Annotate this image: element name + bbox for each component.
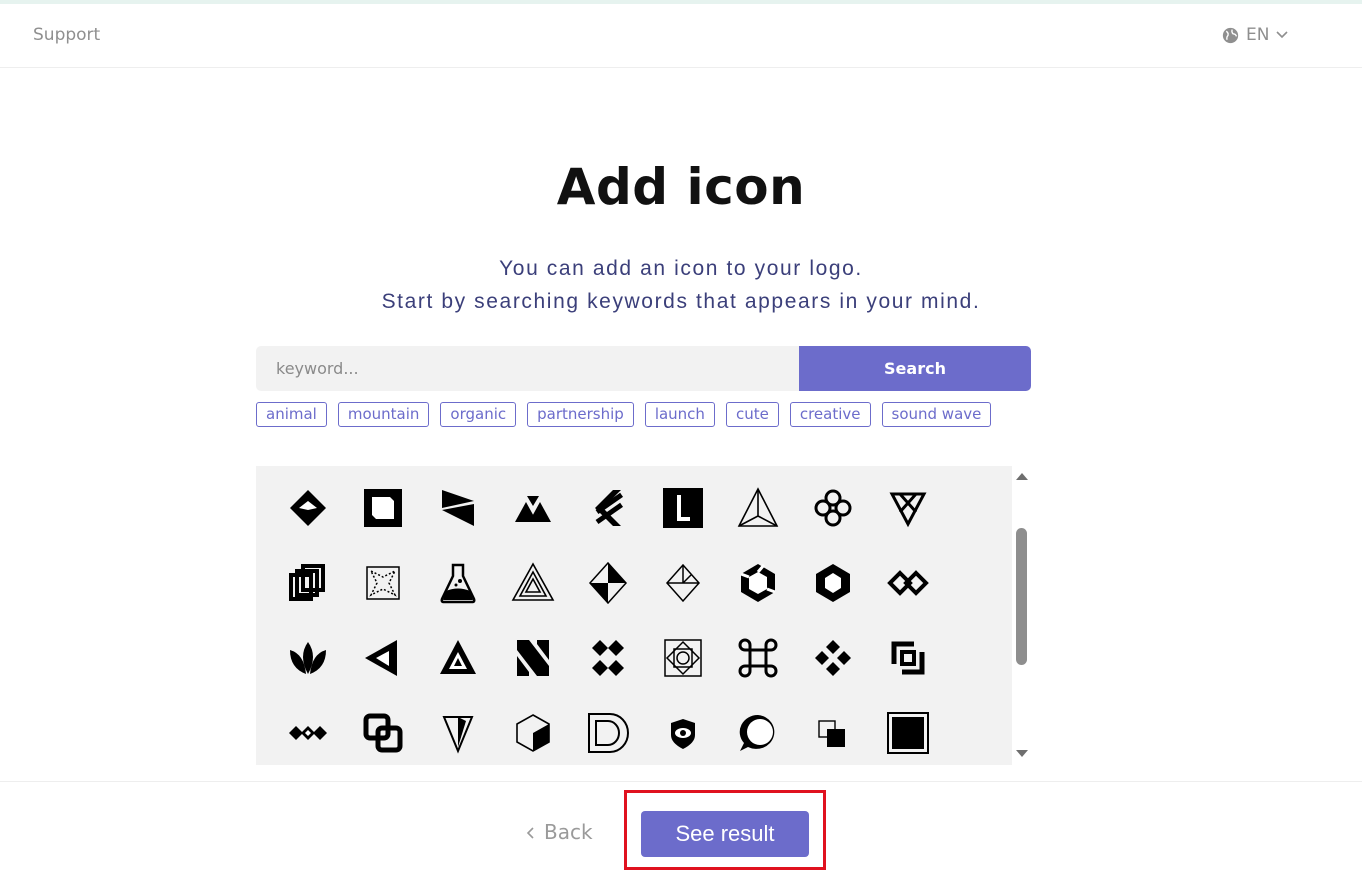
- back-button[interactable]: Back: [526, 820, 593, 844]
- diamond-cluster-icon[interactable]: [795, 620, 870, 695]
- support-link[interactable]: Support: [33, 25, 100, 45]
- search-button[interactable]: Search: [799, 346, 1031, 391]
- overlap-squares-icon[interactable]: [345, 695, 420, 765]
- see-result-button[interactable]: See result: [641, 811, 809, 857]
- folded-triangle-icon[interactable]: [345, 620, 420, 695]
- search-input[interactable]: [256, 346, 799, 391]
- diamond-icon[interactable]: [270, 470, 345, 545]
- crystal-diamond-icon[interactable]: [570, 545, 645, 620]
- scroll-up-arrow-icon[interactable]: [1016, 473, 1028, 480]
- twin-triangles-icon[interactable]: [495, 470, 570, 545]
- flag-triangles-icon[interactable]: [420, 470, 495, 545]
- cube-icon[interactable]: [495, 695, 570, 765]
- chevron-down-icon: [1276, 31, 1289, 39]
- globe-icon: [1222, 27, 1239, 44]
- letter-n-icon[interactable]: [495, 620, 570, 695]
- impossible-triangle-icon[interactable]: [495, 545, 570, 620]
- linked-squares-icon[interactable]: [270, 545, 345, 620]
- line-pyramid-icon[interactable]: [720, 470, 795, 545]
- four-diamonds-icon[interactable]: [570, 620, 645, 695]
- speech-bubble-icon[interactable]: [720, 695, 795, 765]
- zigzag-stripes-icon[interactable]: [570, 470, 645, 545]
- tag-mountain[interactable]: mountain: [337, 402, 430, 427]
- tag-sound-wave[interactable]: sound wave: [881, 402, 992, 427]
- framed-square-icon[interactable]: [870, 695, 945, 765]
- hexagon-ring-icon[interactable]: [795, 545, 870, 620]
- nested-triangle-icon[interactable]: [420, 620, 495, 695]
- tag-organic[interactable]: organic: [440, 402, 517, 427]
- tag-launch[interactable]: launch: [644, 402, 715, 427]
- triangle-knot-icon[interactable]: [870, 470, 945, 545]
- icon-grid: [270, 470, 945, 765]
- icon-results-panel: [256, 466, 1012, 765]
- spiral-hexagon-icon[interactable]: [720, 545, 795, 620]
- page-title: Add icon: [556, 158, 806, 216]
- geometric-square-icon[interactable]: [645, 620, 720, 695]
- back-label: Back: [544, 820, 593, 844]
- tag-creative[interactable]: creative: [789, 402, 871, 427]
- subtitle-line-1: You can add an icon to your logo.: [499, 257, 863, 280]
- letter-l-block-icon[interactable]: [645, 470, 720, 545]
- square-frame-icon[interactable]: [345, 470, 420, 545]
- page-subtitle: You can add an icon to your logo. Start …: [0, 252, 1362, 318]
- tag-cute[interactable]: cute: [725, 402, 779, 427]
- search-bar: Search: [256, 346, 1031, 391]
- lotus-leaves-icon[interactable]: [270, 620, 345, 695]
- command-key-icon[interactable]: [720, 620, 795, 695]
- tag-animal[interactable]: animal: [256, 402, 327, 427]
- interlocked-diamonds-icon[interactable]: [870, 545, 945, 620]
- tag-partnership[interactable]: partnership: [527, 402, 634, 427]
- subtitle-line-2: Start by searching keywords that appears…: [381, 290, 981, 313]
- letter-d-rings-icon[interactable]: [570, 695, 645, 765]
- language-code: EN: [1246, 25, 1270, 45]
- flask-icon[interactable]: [420, 545, 495, 620]
- scroll-down-arrow-icon[interactable]: [1016, 750, 1028, 757]
- icon-panel-scrollbar[interactable]: [1012, 466, 1031, 765]
- language-selector[interactable]: EN: [1222, 25, 1289, 45]
- knot-flower-icon[interactable]: [795, 470, 870, 545]
- outline-diamond-icon[interactable]: [645, 545, 720, 620]
- arrowhead-icon[interactable]: [420, 695, 495, 765]
- dotted-square-icon[interactable]: [345, 545, 420, 620]
- bracket-squares-icon[interactable]: [870, 620, 945, 695]
- scroll-thumb[interactable]: [1016, 528, 1027, 665]
- offset-squares-icon[interactable]: [795, 695, 870, 765]
- chain-diamonds-icon[interactable]: [270, 695, 345, 765]
- chevron-left-icon: [526, 820, 534, 844]
- suggested-tags: animal mountain organic partnership laun…: [256, 402, 992, 427]
- eye-badge-icon[interactable]: [645, 695, 720, 765]
- top-header: Support EN: [0, 4, 1362, 68]
